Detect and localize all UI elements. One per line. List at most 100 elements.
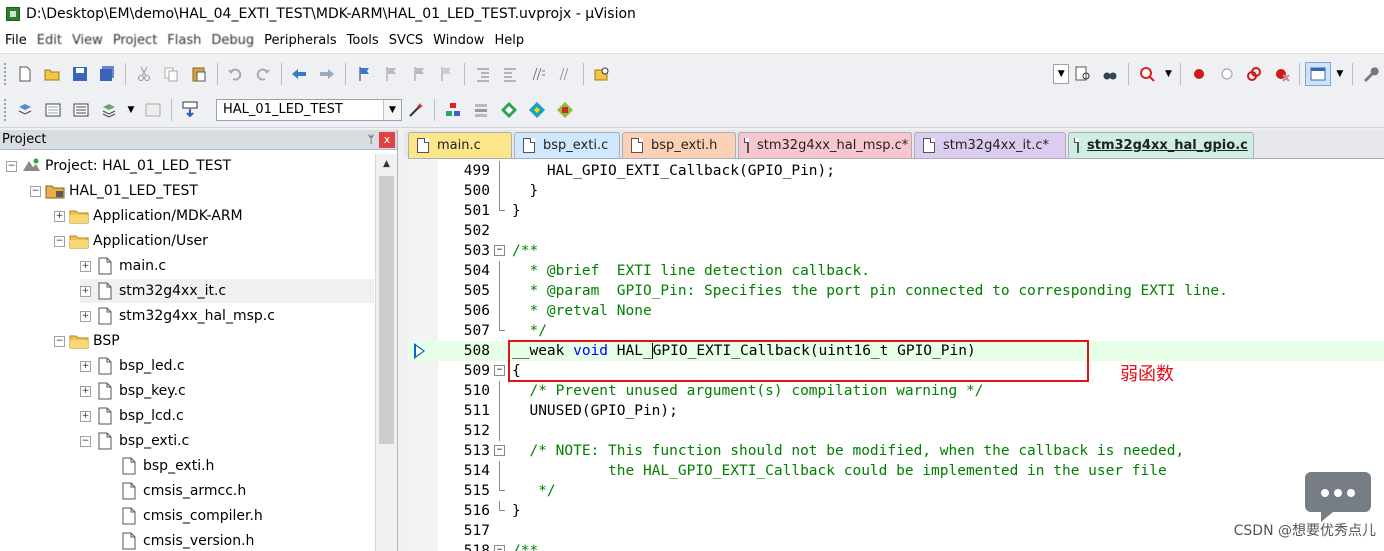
menu-edit[interactable]: Edit bbox=[32, 30, 67, 52]
menu-help[interactable]: Help bbox=[489, 30, 529, 52]
tree-item[interactable]: + bsp_led.c bbox=[80, 354, 185, 378]
tree-item[interactable]: − HAL_01_LED_TEST bbox=[30, 179, 198, 203]
tree-item[interactable]: + stm32g4xx_it.c bbox=[80, 279, 374, 303]
window-layout-dropdown[interactable]: ▼ bbox=[1332, 64, 1348, 84]
disable-breakpoints-button[interactable] bbox=[1241, 62, 1267, 86]
collapse-icon[interactable]: − bbox=[54, 335, 65, 347]
tree-item[interactable]: cmsis_compiler.h bbox=[104, 504, 263, 528]
tree-item[interactable]: cmsis_version.h bbox=[104, 529, 254, 551]
window-layout-button[interactable] bbox=[1305, 62, 1332, 86]
undo-button[interactable] bbox=[223, 62, 249, 86]
expand-icon[interactable]: + bbox=[80, 260, 91, 272]
insert-bookmark-button[interactable] bbox=[351, 62, 377, 86]
find-in-files-button[interactable] bbox=[589, 62, 615, 86]
target-select[interactable]: HAL_01_LED_TEST ▼ bbox=[216, 98, 402, 121]
navigate-forward-button[interactable] bbox=[314, 62, 340, 86]
editor-tab[interactable]: bsp_exti.h bbox=[622, 132, 736, 158]
uncomment-button[interactable] bbox=[552, 62, 578, 86]
expand-icon[interactable]: + bbox=[80, 385, 91, 397]
tree-item[interactable]: − BSP bbox=[54, 329, 120, 353]
code-editor[interactable]: 499 HAL_GPIO_EXTI_Callback(GPIO_Pin); 500… bbox=[408, 158, 1384, 551]
unindent-button[interactable] bbox=[497, 62, 523, 86]
menu-flash[interactable]: Flash bbox=[162, 30, 206, 52]
comment-button[interactable] bbox=[525, 62, 551, 86]
scroll-up-icon[interactable]: ▲ bbox=[376, 154, 397, 174]
editor-tab[interactable]: stm32g4xx_hal_msp.c* bbox=[738, 132, 912, 158]
tree-item[interactable]: − bsp_exti.c bbox=[80, 429, 189, 453]
menu-svcs[interactable]: SVCS bbox=[384, 30, 428, 52]
collapse-icon[interactable]: − bbox=[54, 235, 65, 247]
save-all-button[interactable] bbox=[95, 62, 121, 86]
next-bookmark-button[interactable] bbox=[406, 62, 432, 86]
menu-project[interactable]: Project bbox=[108, 30, 162, 52]
fold-toggle-icon[interactable]: − bbox=[494, 245, 505, 256]
navigate-back-button[interactable] bbox=[287, 62, 313, 86]
enable-breakpoint-button[interactable] bbox=[1214, 62, 1240, 86]
fold-toggle-icon[interactable]: − bbox=[494, 545, 505, 551]
tree-item[interactable]: bsp_exti.h bbox=[104, 454, 214, 478]
incremental-find-button[interactable] bbox=[1098, 62, 1124, 86]
tree-item[interactable]: − Project: HAL_01_LED_TEST bbox=[6, 154, 231, 178]
editor-tab[interactable]: stm32g4xx_hal_gpio.c bbox=[1068, 132, 1254, 158]
translate-button[interactable] bbox=[12, 98, 38, 122]
manage-rte-button[interactable] bbox=[496, 98, 522, 122]
tree-item[interactable]: + stm32g4xx_hal_msp.c bbox=[80, 304, 275, 328]
pack-installer-button[interactable] bbox=[524, 98, 550, 122]
close-panel-button[interactable]: x bbox=[379, 131, 395, 148]
tree-item[interactable]: + bsp_key.c bbox=[80, 379, 186, 403]
kill-breakpoints-button[interactable] bbox=[1269, 62, 1295, 86]
manage-project-items-button[interactable] bbox=[440, 98, 466, 122]
tree-item[interactable]: + Application/MDK-ARM bbox=[54, 204, 243, 228]
find-button[interactable] bbox=[1070, 62, 1096, 86]
tree-item[interactable]: − Application/User bbox=[54, 229, 208, 253]
editor-tab[interactable]: stm32g4xx_it.c* bbox=[914, 132, 1066, 158]
redo-button[interactable] bbox=[250, 62, 276, 86]
software-packs-button[interactable] bbox=[552, 98, 578, 122]
new-file-button[interactable] bbox=[12, 62, 38, 86]
tree-item[interactable]: cmsis_armcc.h bbox=[104, 479, 246, 503]
scrollbar-thumb[interactable] bbox=[379, 176, 394, 444]
menu-view[interactable]: View bbox=[67, 30, 108, 52]
target-options-button[interactable] bbox=[403, 98, 429, 122]
expand-icon[interactable]: + bbox=[80, 310, 91, 322]
stop-build-button[interactable] bbox=[140, 98, 166, 122]
collapse-icon[interactable]: − bbox=[6, 160, 17, 172]
expand-icon[interactable]: + bbox=[80, 410, 91, 422]
pin-icon[interactable]: ᛘ bbox=[363, 133, 379, 146]
batch-build-dropdown[interactable]: ▼ bbox=[123, 100, 139, 120]
menu-peripherals[interactable]: Peripherals bbox=[259, 30, 342, 52]
editor-tab[interactable]: bsp_exti.c bbox=[514, 132, 620, 158]
open-file-button[interactable] bbox=[40, 62, 66, 86]
find-dropdown[interactable]: ▼ bbox=[1053, 64, 1070, 84]
prev-bookmark-button[interactable] bbox=[378, 62, 404, 86]
clear-bookmarks-button[interactable] bbox=[433, 62, 459, 86]
menu-tools[interactable]: Tools bbox=[342, 30, 384, 52]
insert-breakpoint-button[interactable] bbox=[1186, 62, 1212, 86]
tree-item[interactable]: + bsp_lcd.c bbox=[80, 404, 184, 428]
menu-file[interactable]: File bbox=[0, 30, 32, 52]
fold-toggle-icon[interactable]: − bbox=[494, 445, 505, 456]
menu-debug[interactable]: Debug bbox=[206, 30, 259, 52]
rebuild-button[interactable] bbox=[68, 98, 94, 122]
batch-build-button[interactable] bbox=[96, 98, 122, 122]
save-button[interactable] bbox=[67, 62, 93, 86]
collapse-icon[interactable]: − bbox=[80, 435, 91, 447]
expand-icon[interactable]: + bbox=[80, 360, 91, 372]
cut-button[interactable] bbox=[131, 62, 157, 86]
paste-button[interactable] bbox=[186, 62, 212, 86]
indent-button[interactable] bbox=[470, 62, 496, 86]
project-tree-scrollbar[interactable]: ▲ bbox=[375, 154, 397, 551]
collapse-icon[interactable]: − bbox=[30, 185, 41, 197]
copy-button[interactable] bbox=[159, 62, 185, 86]
download-button[interactable] bbox=[177, 98, 203, 122]
select-packs-button[interactable] bbox=[468, 98, 494, 122]
configure-button[interactable] bbox=[1358, 62, 1384, 86]
expand-icon[interactable]: + bbox=[54, 210, 65, 222]
tree-item[interactable]: + main.c bbox=[80, 254, 166, 278]
editor-tab[interactable]: main.c bbox=[408, 132, 512, 158]
menu-window[interactable]: Window bbox=[428, 30, 489, 52]
build-button[interactable] bbox=[40, 98, 66, 122]
fold-toggle-icon[interactable]: − bbox=[494, 365, 505, 376]
expand-icon[interactable]: + bbox=[80, 285, 91, 297]
debug-dropdown[interactable]: ▼ bbox=[1161, 64, 1177, 84]
